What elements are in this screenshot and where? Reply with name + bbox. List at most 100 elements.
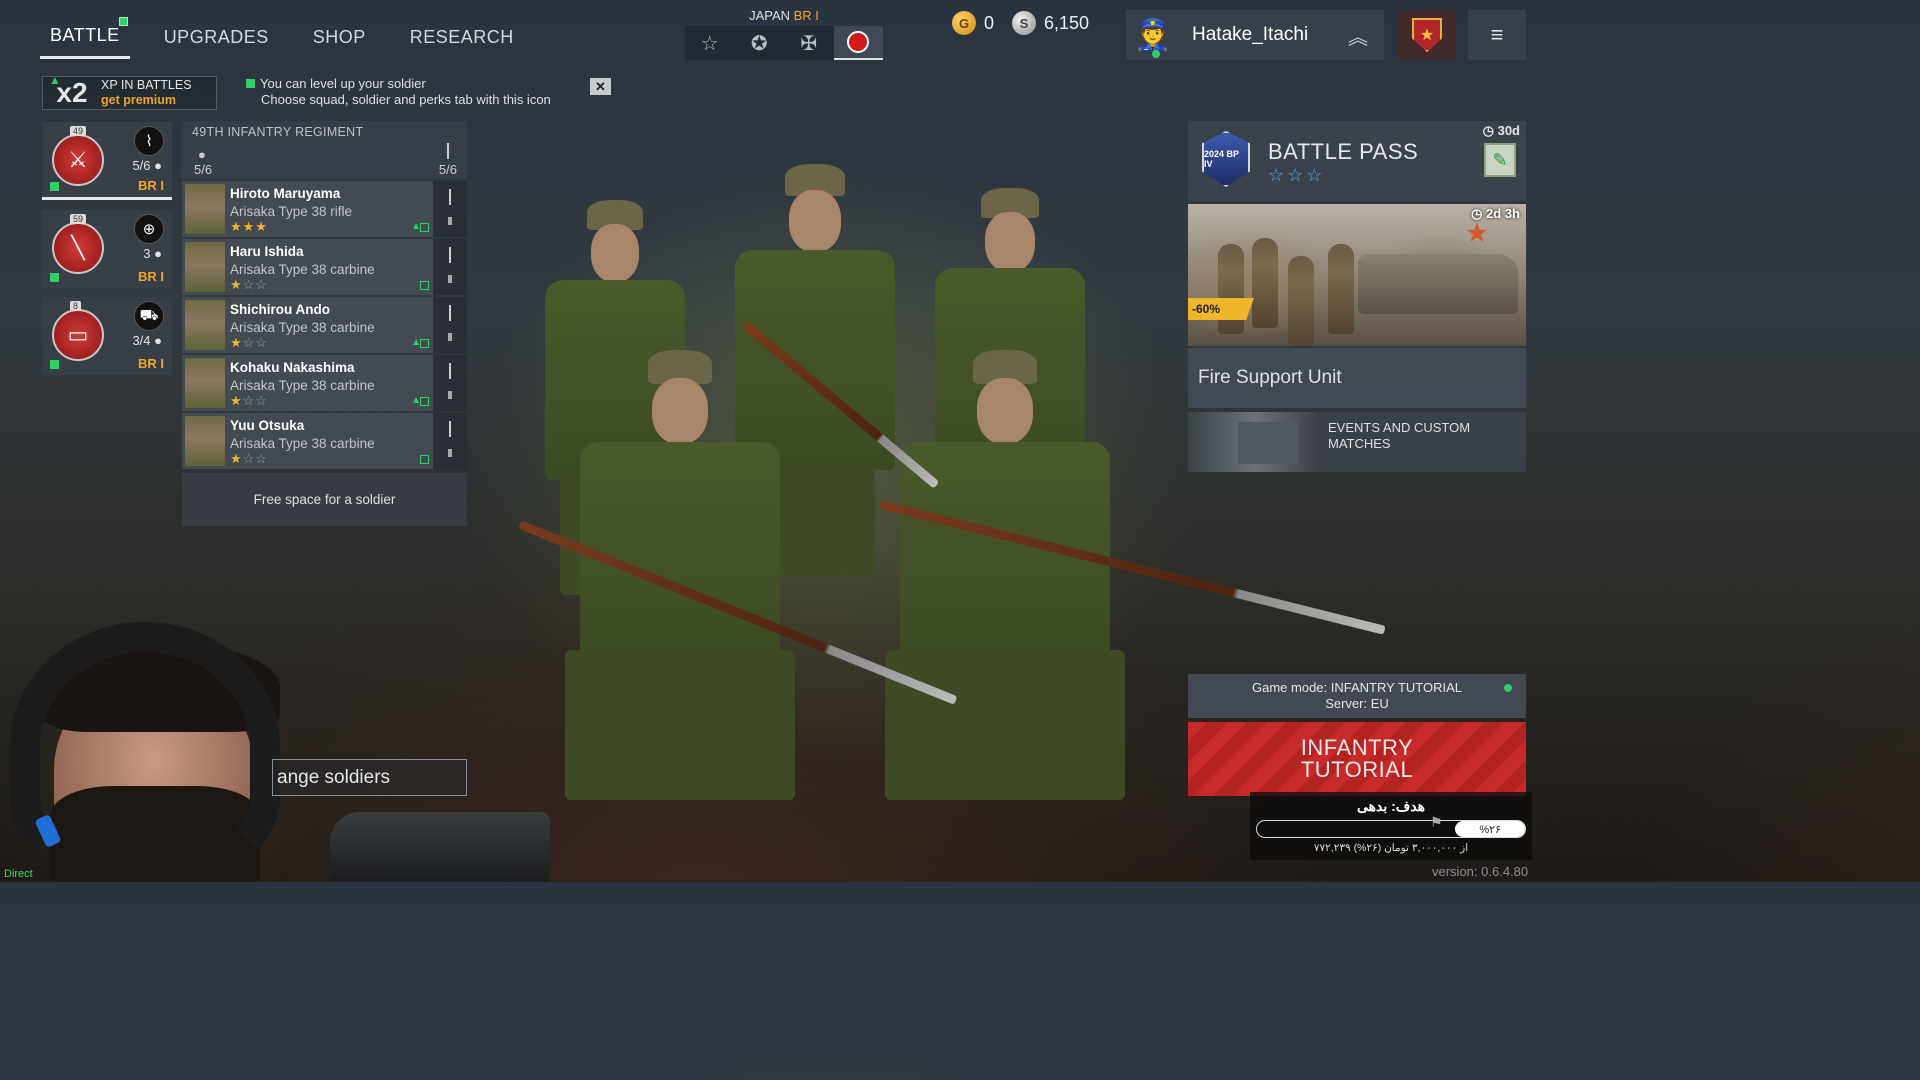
weapon-slot[interactable] xyxy=(433,239,467,295)
donation-goal-overlay: هدف: بدهی %۲۶ ⚑ ۷۷۲,۲۳۹ از ۳,۰۰۰,۰۰۰ توم… xyxy=(1250,792,1532,860)
weapon-slot[interactable] xyxy=(433,181,467,237)
microphone xyxy=(330,812,550,882)
soldier-row[interactable]: Kohaku Nakashima Arisaka Type 38 carbine… xyxy=(182,355,467,411)
tab-research[interactable]: RESEARCH xyxy=(400,15,524,58)
tab-shop[interactable]: SHOP xyxy=(303,15,376,58)
soldier-row[interactable]: Hiroto Maruyama Arisaka Type 38 rifle ★★… xyxy=(182,181,467,237)
perks-indicator-icon xyxy=(420,397,429,406)
bundle-offer[interactable]: ◷ 2d 3h -60% xyxy=(1188,204,1526,346)
premium-promo[interactable]: ▲ x2 XP IN BATTLES get premium xyxy=(42,73,217,110)
iron-cross-icon: ✠ xyxy=(800,32,818,55)
battle-pass-title: BATTLE PASS xyxy=(1268,139,1419,164)
soldier-weapon: Arisaka Type 38 carbine xyxy=(230,320,375,335)
gold-balance[interactable]: G 0 xyxy=(952,8,994,38)
soldier-illustration xyxy=(1252,238,1278,328)
squad-level: 59 xyxy=(70,214,87,224)
rank-badge-button[interactable]: ★ xyxy=(1398,10,1456,60)
soldier-row[interactable]: Shichirou Ando Arisaka Type 38 carbine ★… xyxy=(182,297,467,353)
stars-empty: ☆☆ xyxy=(242,277,268,292)
regiment-soldier-count: 5/6 xyxy=(194,162,213,177)
weapon-slot[interactable] xyxy=(433,413,467,469)
rifle-type-icon: ⌇ xyxy=(134,126,164,156)
weapon-slot[interactable] xyxy=(433,355,467,411)
weapon-slot[interactable] xyxy=(433,297,467,353)
soldier-name: Haru Ishida xyxy=(230,244,304,259)
new-indicator-icon xyxy=(50,273,59,282)
soldier-row[interactable]: Haru Ishida Arisaka Type 38 carbine ★☆☆ xyxy=(182,239,467,295)
hint-close-button[interactable]: ✕ xyxy=(590,78,611,95)
squad-count: 3/4 ● xyxy=(132,333,162,348)
rifle-glyph: ⌇ xyxy=(145,133,153,150)
soldier-row[interactable]: Yuu Otsuka Arisaka Type 38 carbine ★☆☆ xyxy=(182,413,467,469)
soldier-portrait xyxy=(185,184,225,234)
soldier-name: Hiroto Maruyama xyxy=(230,186,341,201)
squad-card-vehicle[interactable]: ▭ 8 ⛟ 3/4 ● BR I xyxy=(42,297,172,375)
fire-support-unit-button[interactable]: Fire Support Unit xyxy=(1188,348,1526,408)
faction-allies-button[interactable]: ☆ xyxy=(685,26,735,60)
menu-button[interactable]: ≡ xyxy=(1468,10,1526,60)
squad-card-infantry[interactable]: ⚔ 49 ⌇ 5/6 ● BR I xyxy=(42,122,172,200)
rank-star-icon: ★ xyxy=(1419,27,1435,44)
events-custom-matches-button[interactable]: EVENTS AND CUSTOM MATCHES xyxy=(1188,412,1526,472)
new-indicator-icon xyxy=(50,182,59,191)
hamburger-icon: ≡ xyxy=(1490,22,1504,47)
squad-card-sniper[interactable]: ╲ 59 ⊕ 3 ● BR I xyxy=(42,210,172,288)
squad-count-value: 3 xyxy=(143,246,151,261)
star-circle-icon: ✪ xyxy=(750,32,768,55)
events-thumbnail xyxy=(1188,412,1321,472)
donation-progress-fill: %۲۶ xyxy=(1455,821,1525,837)
new-indicator xyxy=(118,17,128,26)
ammo-slot-icon xyxy=(448,449,452,457)
game-mode-selector[interactable]: Game mode: INFANTRY TUTORIAL Server: EU xyxy=(1188,674,1526,718)
weapon-icon xyxy=(447,143,449,159)
server-status-icon xyxy=(1504,684,1512,692)
stars-filled: ★ xyxy=(230,393,243,408)
arrange-soldiers-button[interactable]: ange soldiers xyxy=(272,759,467,796)
version-label: version: 0.6.4.80 xyxy=(1432,864,1529,879)
person-icon: ● xyxy=(198,147,206,162)
free-soldier-slot[interactable]: Free space for a soldier xyxy=(182,473,467,526)
xp-multiplier-value: x2 xyxy=(56,77,88,108)
get-premium-link[interactable]: get premium xyxy=(101,93,192,108)
soldier-illustration xyxy=(1218,244,1244,334)
tab-battle[interactable]: BATTLE xyxy=(40,13,130,59)
star-outline-icon: ☆ xyxy=(700,32,719,55)
faction-japan-button[interactable] xyxy=(833,26,883,60)
faction-germany-button[interactable]: ✠ xyxy=(784,26,834,60)
faction-ussr-button[interactable]: ✪ xyxy=(735,26,785,60)
tank-icon: ⛟ xyxy=(134,301,164,331)
soldier-weapon: Arisaka Type 38 rifle xyxy=(230,204,353,219)
stars-empty: ☆☆ xyxy=(242,393,268,408)
ammo-slot-icon xyxy=(448,333,452,341)
discount-badge: -60% xyxy=(1188,298,1254,320)
crosshair-icon: ⊕ xyxy=(134,214,164,244)
battle-pass-reward-icon[interactable]: ✎ xyxy=(1484,143,1516,177)
squad-emblem-icon: ╲ xyxy=(52,222,104,274)
tank-illustration xyxy=(1358,254,1518,314)
battle-pass-emblem-icon: 2024 BP IV xyxy=(1202,131,1250,187)
stars-empty: ☆☆ xyxy=(242,335,268,350)
offer-timer: ◷ 2d 3h xyxy=(1471,206,1520,221)
tab-upgrades[interactable]: UPGRADES xyxy=(154,15,279,58)
squad-count: 5/6 ● xyxy=(132,158,162,173)
events-line2: MATCHES xyxy=(1328,436,1391,451)
weapon-slot-icon xyxy=(449,189,451,205)
person-icon: ● xyxy=(154,158,162,173)
soldier-rank-stars: ★☆☆ xyxy=(230,393,268,409)
play-button[interactable]: INFANTRY TUTORIAL xyxy=(1188,722,1526,796)
squad-count: 3 ● xyxy=(143,246,162,261)
profile-button[interactable]: 👮 Hatake_Itachi ︽ xyxy=(1126,10,1384,60)
ammo-slot-icon xyxy=(448,217,452,225)
perks-indicator-icon xyxy=(420,281,429,290)
silver-balance[interactable]: S 6,150 xyxy=(1012,8,1089,38)
weapon-slot-icon xyxy=(449,247,451,263)
squad-level: 49 xyxy=(70,126,87,136)
weapon-slot-icon xyxy=(449,421,451,437)
wrench-icon: ✎ xyxy=(1492,149,1508,170)
weapon-slot-icon xyxy=(449,305,451,321)
xp-multiplier: ▲ x2 xyxy=(43,73,101,109)
arrow-up-icon: ▲ xyxy=(49,73,61,87)
donation-amount: ۷۷۲,۲۳۹ از ۳,۰۰۰,۰۰۰ تومان (۲۶%) xyxy=(1313,842,1469,854)
battle-pass-panel[interactable]: 2024 BP IV BATTLE PASS ☆☆☆ ◷ 30d ✎ xyxy=(1188,121,1526,201)
officer-avatar-icon: 👮 xyxy=(1134,18,1172,52)
